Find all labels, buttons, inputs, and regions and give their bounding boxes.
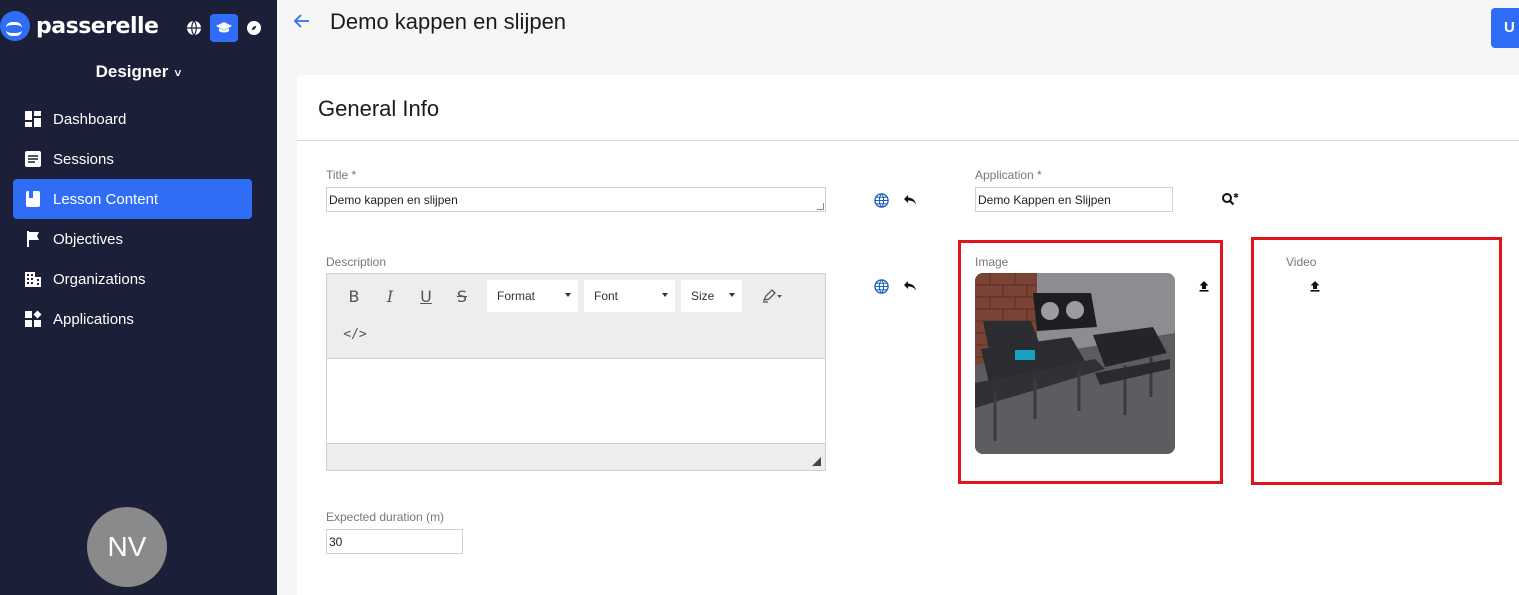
sidebar-item-objectives[interactable]: Objectives xyxy=(13,219,252,259)
sidebar-item-label: Sessions xyxy=(53,150,114,168)
duration-input-value: 30 xyxy=(329,535,343,549)
caret-down-icon xyxy=(729,293,735,297)
top-icons xyxy=(184,14,264,42)
resize-handle[interactable] xyxy=(817,203,824,210)
editor-status-bar xyxy=(327,443,825,470)
sessions-icon xyxy=(23,149,43,169)
section-title: General Info xyxy=(318,96,440,121)
brand-name: passerelle xyxy=(36,13,159,39)
primary-action-button[interactable]: U xyxy=(1491,8,1519,48)
editor-toolbar: B I U S Format Font Size </> xyxy=(327,274,825,359)
sidebar-item-label: Organizations xyxy=(53,270,146,288)
font-dropdown[interactable]: Font xyxy=(584,280,675,312)
sidebar-item-applications[interactable]: Applications xyxy=(13,299,252,339)
role-label: Designer xyxy=(95,62,169,81)
passerelle-logo-icon xyxy=(0,11,30,41)
size-dropdown[interactable]: Size xyxy=(681,280,742,312)
back-arrow-icon[interactable] xyxy=(293,12,311,36)
application-label: Application * xyxy=(975,168,1042,182)
undo-icon[interactable] xyxy=(901,277,919,295)
sidebar-item-dashboard[interactable]: Dashboard xyxy=(13,99,252,139)
sidebar-item-lesson-content[interactable]: Lesson Content xyxy=(13,179,252,219)
general-info-card: General Info Title * Demo kappen en slij… xyxy=(297,75,1519,595)
title-input-value: Demo kappen en slijpen xyxy=(329,193,458,207)
font-dropdown-label: Font xyxy=(594,289,619,303)
avatar[interactable]: NV xyxy=(87,507,167,587)
size-dropdown-label: Size xyxy=(691,289,715,303)
flag-icon xyxy=(23,229,43,249)
duration-input[interactable]: 30 xyxy=(326,529,463,554)
bold-button[interactable]: B xyxy=(342,284,366,308)
sidebar-item-organizations[interactable]: Organizations xyxy=(13,259,252,299)
graduation-cap-icon[interactable] xyxy=(210,14,238,42)
resize-handle-icon[interactable] xyxy=(812,457,821,466)
sidebar-nav: Dashboard Sessions Lesson Content Object… xyxy=(13,99,252,339)
sidebar-item-sessions[interactable]: Sessions xyxy=(13,139,252,179)
sidebar-item-label: Dashboard xyxy=(53,110,127,128)
image-highlight-box xyxy=(958,240,1223,484)
duration-label: Expected duration (m) xyxy=(326,510,445,524)
sidebar: passerelle Designer ˅ Dashboard Sessions xyxy=(0,0,277,595)
dashboard-icon xyxy=(23,109,43,129)
caret-down-icon xyxy=(565,293,571,297)
page-title: Demo kappen en slijpen xyxy=(330,9,567,34)
role-switcher[interactable]: Designer ˅ xyxy=(0,62,277,82)
application-input-value: Demo Kappen en Slijpen xyxy=(978,193,1111,207)
underline-button[interactable]: U xyxy=(414,284,438,308)
translate-globe-icon[interactable] xyxy=(872,277,890,295)
globe-icon[interactable] xyxy=(184,18,204,38)
sidebar-item-label: Applications xyxy=(53,310,134,328)
search-icon[interactable] xyxy=(1219,190,1241,208)
apps-icon xyxy=(23,309,43,329)
format-dropdown[interactable]: Format xyxy=(487,280,578,312)
compass-icon[interactable] xyxy=(244,18,264,38)
video-highlight-box xyxy=(1251,237,1502,485)
book-icon xyxy=(23,189,43,209)
italic-button[interactable]: I xyxy=(378,284,402,308)
divider xyxy=(297,140,1519,141)
title-label: Title * xyxy=(326,168,357,182)
description-label: Description xyxy=(326,255,387,269)
application-input[interactable]: Demo Kappen en Slijpen xyxy=(975,187,1173,212)
sidebar-item-label: Objectives xyxy=(53,230,124,248)
description-editor[interactable]: B I U S Format Font Size </> xyxy=(326,273,826,471)
editor-content-area[interactable] xyxy=(327,359,825,443)
title-input[interactable]: Demo kappen en slijpen xyxy=(326,187,826,212)
format-dropdown-label: Format xyxy=(497,289,536,303)
building-icon xyxy=(23,269,43,289)
sidebar-item-label: Lesson Content xyxy=(53,190,159,208)
undo-icon[interactable] xyxy=(901,191,919,209)
highlighter-icon[interactable] xyxy=(757,284,787,308)
strikethrough-button[interactable]: S xyxy=(450,284,474,308)
caret-down-icon xyxy=(662,293,668,297)
translate-globe-icon[interactable] xyxy=(872,191,890,209)
code-view-button[interactable]: </> xyxy=(342,322,368,346)
brand-logo[interactable]: passerelle xyxy=(0,10,159,42)
chevron-down-icon: ˅ xyxy=(174,66,182,80)
